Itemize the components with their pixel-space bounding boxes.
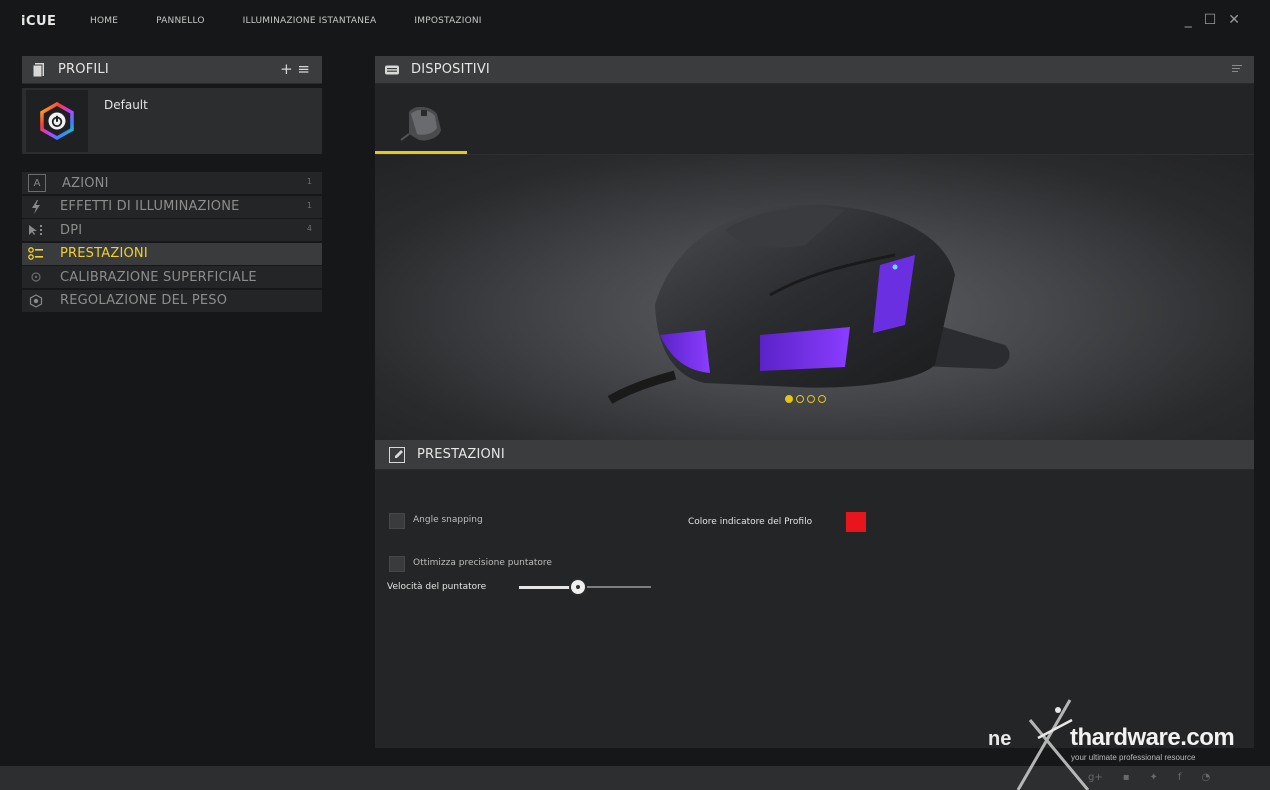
watermark-ne: ne xyxy=(988,728,1012,750)
minimize-icon[interactable]: _ xyxy=(1185,12,1192,28)
nav-impostazioni[interactable]: IMPOSTAZIONI xyxy=(414,16,481,26)
menu-item-prestazioni[interactable]: PRESTAZIONI xyxy=(22,242,322,265)
carousel-dot[interactable] xyxy=(796,395,804,403)
profiles-actions: + ≡ xyxy=(280,60,310,78)
menu-item-count: 1 xyxy=(306,177,312,186)
angle-snapping-label: Angle snapping xyxy=(413,515,483,525)
performance-header: PRESTAZIONI xyxy=(375,440,1254,470)
menu-item-azioni[interactable]: A AZIONI 1 xyxy=(22,172,322,194)
device-hero xyxy=(375,155,1254,440)
add-profile-icon[interactable]: + xyxy=(280,60,293,78)
slider-fill xyxy=(519,585,579,589)
lightning-icon xyxy=(28,199,44,215)
device-strip xyxy=(375,84,1254,155)
carousel-dot[interactable] xyxy=(807,395,815,403)
rss-icon: ◔ xyxy=(1201,772,1211,783)
pointer-speed-label: Velocità del puntatore xyxy=(387,582,487,592)
profiles-menu-icon[interactable]: ≡ xyxy=(297,60,310,78)
devices-menu-icon[interactable] xyxy=(1232,65,1242,72)
watermark-social: g+ ▪ ✦ f ◔ xyxy=(1088,772,1210,783)
device-mouse-thumbnail[interactable] xyxy=(381,94,461,150)
menu-item-effetti-illuminazione[interactable]: EFFETTI DI ILLUMINAZIONE 1 xyxy=(22,195,322,218)
keyboard-icon xyxy=(385,65,399,75)
edit-icon xyxy=(389,447,405,463)
weight-icon xyxy=(28,293,44,309)
pointer-speed-slider[interactable] xyxy=(519,580,651,594)
carousel-dot[interactable] xyxy=(785,395,793,403)
top-navigation: HOME PANNELLO ILLUMINAZIONE ISTANTANEA I… xyxy=(90,16,520,26)
profiles-title: PROFILI xyxy=(58,62,109,77)
watermark: ne thardware.com your ultimate professio… xyxy=(970,690,1270,790)
facebook-icon: f xyxy=(1177,772,1182,783)
menu-item-label: REGOLAZIONE DEL PESO xyxy=(60,293,228,308)
devices-header: DISPOSITIVI xyxy=(375,56,1254,84)
watermark-brand: thardware.com xyxy=(1070,724,1235,751)
profile-color-label: Colore indicatore del Profilo xyxy=(688,517,813,527)
carousel-dot[interactable] xyxy=(818,395,826,403)
menu-item-label: DPI xyxy=(60,222,83,238)
performance-icon xyxy=(28,246,44,262)
letter-a-icon: A xyxy=(28,174,46,192)
icue-rgb-icon xyxy=(40,102,74,140)
performance-title: PRESTAZIONI xyxy=(417,447,505,462)
menu-item-label: AZIONI xyxy=(62,175,109,191)
app-logo: iCUE xyxy=(21,14,57,29)
menu-item-count: 4 xyxy=(306,224,312,233)
profile-name: Default xyxy=(104,98,148,112)
menu-item-count: 1 xyxy=(306,200,312,210)
calibration-icon xyxy=(28,269,44,285)
slider-thumb[interactable] xyxy=(571,580,586,594)
menu-item-label: CALIBRAZIONE SUPERFICIALE xyxy=(60,269,257,285)
menu-item-label: EFFETTI DI ILLUMINAZIONE xyxy=(60,199,240,214)
profile-icon xyxy=(32,63,44,78)
watermark-tagline: your ultimate professional resource xyxy=(1071,753,1196,762)
menu-item-calibrazione-superficiale[interactable]: CALIBRAZIONE SUPERFICIALE xyxy=(22,266,322,288)
menu-item-regolazione-peso[interactable]: REGOLAZIONE DEL PESO xyxy=(22,289,322,312)
profiles-header: PROFILI + ≡ xyxy=(22,56,322,84)
title-bar: iCUE HOME PANNELLO ILLUMINAZIONE ISTANTA… xyxy=(0,0,1270,44)
pointer-precision-label: Ottimizza precisione puntatore xyxy=(413,558,552,568)
close-icon[interactable]: ✕ xyxy=(1228,12,1240,28)
profile-avatar xyxy=(26,90,88,152)
angle-snapping-checkbox[interactable] xyxy=(389,513,405,529)
twitter-icon: ✦ xyxy=(1149,772,1158,783)
nav-illuminazione-istantanea[interactable]: ILLUMINAZIONE ISTANTANEA xyxy=(243,16,377,26)
nav-home[interactable]: HOME xyxy=(90,16,118,26)
nav-pannello[interactable]: PANNELLO xyxy=(156,16,205,26)
menu-item-label: PRESTAZIONI xyxy=(60,246,148,261)
mouse-icon xyxy=(400,106,441,141)
devices-title: DISPOSITIVI xyxy=(411,62,490,77)
device-selected-indicator xyxy=(375,151,467,154)
profile-color-swatch[interactable] xyxy=(846,512,866,532)
google-plus-icon: g+ xyxy=(1088,772,1103,783)
pointer-precision-checkbox[interactable] xyxy=(389,556,405,572)
cursor-dpi-icon xyxy=(28,222,44,238)
settings-menu: A AZIONI 1 EFFETTI DI ILLUMINAZIONE 1 DP… xyxy=(22,172,322,313)
menu-item-dpi[interactable]: DPI 4 xyxy=(22,219,322,241)
chat-icon: ▪ xyxy=(1122,772,1130,783)
window-controls: _ ☐ ✕ xyxy=(1185,12,1240,28)
carousel-dots xyxy=(785,395,826,403)
profile-card-default[interactable]: Default xyxy=(22,88,322,154)
maximize-icon[interactable]: ☐ xyxy=(1204,12,1217,28)
